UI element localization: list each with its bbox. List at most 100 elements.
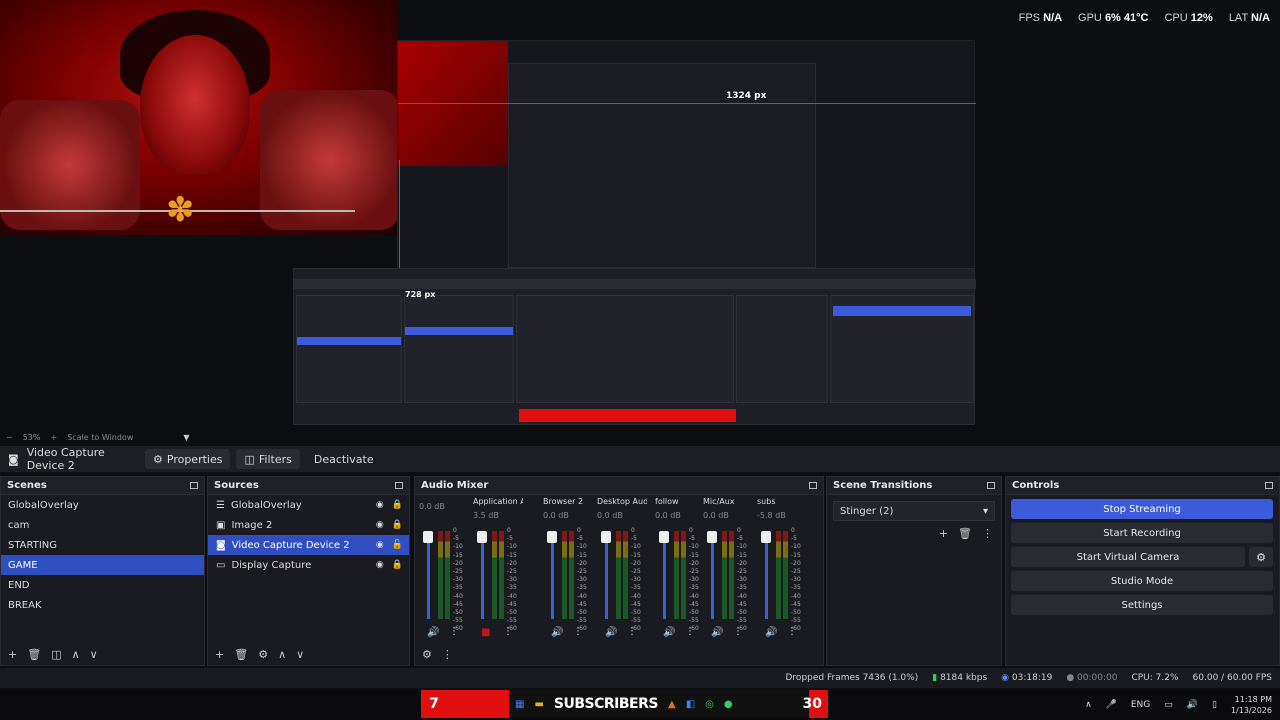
scene-item-end[interactable]: END bbox=[1, 575, 204, 595]
eye-icon[interactable]: ◉ bbox=[376, 500, 384, 510]
speaker-icon[interactable]: ■ bbox=[481, 627, 490, 638]
eye-icon[interactable]: ◉ bbox=[376, 540, 384, 550]
channel-menu-icon[interactable]: ⋮ bbox=[787, 626, 797, 637]
eye-icon[interactable]: ◉ bbox=[376, 520, 384, 530]
volume-fader[interactable] bbox=[765, 531, 768, 619]
file-explorer-icon[interactable]: ▬ bbox=[534, 699, 543, 710]
filters-button[interactable]: ◫ Filters bbox=[236, 449, 300, 469]
app-icon[interactable]: ◧ bbox=[686, 699, 695, 710]
speaker-icon[interactable]: 🔊 bbox=[605, 627, 617, 638]
windows-start-icon[interactable]: ▦ bbox=[515, 699, 524, 710]
unlock-icon[interactable]: 🔓 bbox=[392, 540, 403, 550]
chevron-down-icon[interactable]: ▼ bbox=[183, 433, 189, 442]
speaker-icon[interactable]: 🔊 bbox=[765, 627, 777, 638]
add-source-icon[interactable]: + bbox=[215, 648, 224, 661]
zoom-in-button[interactable]: + bbox=[50, 433, 57, 442]
undock-icon[interactable] bbox=[395, 482, 403, 489]
speaker-icon[interactable]: 🔊 bbox=[663, 627, 675, 638]
settings-button[interactable]: Settings bbox=[1011, 595, 1273, 615]
xbox-icon[interactable]: ◎ bbox=[705, 699, 714, 710]
channel-menu-icon[interactable]: ⋮ bbox=[573, 626, 583, 637]
lock-icon[interactable]: 🔒 bbox=[392, 520, 403, 530]
zoom-out-button[interactable]: − bbox=[6, 433, 13, 442]
battery-icon[interactable]: ▯ bbox=[1212, 700, 1217, 710]
move-up-icon[interactable]: ∧ bbox=[278, 648, 286, 661]
transition-select[interactable]: Stinger (2) ▾ bbox=[833, 501, 995, 521]
language-indicator[interactable]: ENG bbox=[1131, 700, 1150, 710]
spotify-icon[interactable]: ● bbox=[724, 699, 733, 710]
virtual-camera-settings-icon[interactable]: ⚙ bbox=[1249, 547, 1273, 567]
undock-icon[interactable] bbox=[987, 482, 995, 489]
preview-canvas[interactable]: ✽ 1324 px 728 px FPS N/A GPU 6% 41°C CPU… bbox=[0, 0, 1280, 430]
volume-fader[interactable] bbox=[605, 531, 608, 619]
volume-fader[interactable] bbox=[551, 531, 554, 619]
source-item-icons: ◉ 🔒 bbox=[376, 560, 403, 570]
speaker-icon[interactable]: 🔊 bbox=[711, 627, 723, 638]
source-item-image-2[interactable]: ▣ Image 2 ◉ 🔒 bbox=[208, 515, 409, 535]
scale-mode-select[interactable]: Scale to Window bbox=[67, 433, 133, 442]
channel-menu-icon[interactable]: ⋮ bbox=[627, 626, 637, 637]
volume-fader-handle[interactable] bbox=[601, 531, 611, 543]
source-item-display-capture[interactable]: ▭ Display Capture ◉ 🔒 bbox=[208, 555, 409, 575]
lock-icon[interactable]: 🔒 bbox=[392, 560, 403, 570]
volume-fader[interactable] bbox=[427, 531, 430, 619]
add-scene-icon[interactable]: + bbox=[8, 648, 17, 661]
move-up-icon[interactable]: ∧ bbox=[72, 648, 80, 661]
properties-button[interactable]: ⚙ Properties bbox=[145, 449, 231, 469]
microphone-icon[interactable]: 🎤 bbox=[1106, 700, 1117, 710]
volume-fader-handle[interactable] bbox=[761, 531, 771, 543]
undock-icon[interactable] bbox=[1265, 482, 1273, 489]
advanced-audio-icon[interactable]: ⚙ bbox=[422, 648, 432, 661]
speaker-icon[interactable]: 🔊 bbox=[427, 627, 439, 638]
volume-fader[interactable] bbox=[481, 531, 484, 619]
undock-icon[interactable] bbox=[809, 482, 817, 489]
scene-item-globaloverlay[interactable]: GlobalOverlay bbox=[1, 495, 204, 515]
source-item-video-capture-device-2[interactable]: ◙ Video Capture Device 2 ◉ 🔓 bbox=[208, 535, 409, 555]
eye-icon[interactable]: ◉ bbox=[376, 560, 384, 570]
meter-scale-label: -5 bbox=[507, 535, 513, 543]
speaker-icon[interactable]: 🔊 bbox=[551, 627, 563, 638]
volume-fader-handle[interactable] bbox=[423, 531, 433, 543]
volume-fader-handle[interactable] bbox=[659, 531, 669, 543]
channel-menu-icon[interactable]: ⋮ bbox=[449, 626, 459, 637]
meter-scale-label: -40 bbox=[577, 592, 587, 600]
deactivate-button[interactable]: Deactivate bbox=[306, 449, 382, 469]
move-down-icon[interactable]: ∨ bbox=[296, 648, 304, 661]
chevron-up-icon[interactable]: ∧ bbox=[1085, 700, 1092, 710]
add-transition-icon[interactable]: + bbox=[939, 527, 948, 540]
volume-fader[interactable] bbox=[663, 531, 666, 619]
scene-filters-icon[interactable]: ◫ bbox=[51, 648, 61, 661]
meter-scale-label: -5 bbox=[737, 535, 743, 543]
scene-item-starting[interactable]: STARTING bbox=[1, 535, 204, 555]
app-icon[interactable]: ▲ bbox=[668, 699, 676, 710]
network-icon[interactable]: ▭ bbox=[1164, 700, 1173, 710]
volume-fader-handle[interactable] bbox=[707, 531, 717, 543]
clock[interactable]: 11:18 PM 1/13/2026 bbox=[1231, 694, 1272, 716]
level-meter-right bbox=[783, 531, 788, 619]
scene-item-break[interactable]: BREAK bbox=[1, 595, 204, 615]
scene-item-cam[interactable]: cam bbox=[1, 515, 204, 535]
start-virtual-camera-button[interactable]: Start Virtual Camera bbox=[1011, 547, 1245, 567]
volume-fader-handle[interactable] bbox=[477, 531, 487, 543]
move-down-icon[interactable]: ∨ bbox=[90, 648, 98, 661]
volume-fader-handle[interactable] bbox=[547, 531, 557, 543]
lock-icon[interactable]: 🔒 bbox=[392, 500, 403, 510]
remove-source-icon[interactable]: 🗑 bbox=[234, 648, 248, 661]
mixer-menu-icon[interactable]: ⋮ bbox=[442, 648, 453, 661]
volume-icon[interactable]: 🔊 bbox=[1187, 700, 1198, 710]
undock-icon[interactable] bbox=[190, 482, 198, 489]
studio-mode-button[interactable]: Studio Mode bbox=[1011, 571, 1273, 591]
channel-menu-icon[interactable]: ⋮ bbox=[685, 626, 695, 637]
channel-menu-icon[interactable]: ⋮ bbox=[733, 626, 743, 637]
source-properties-icon[interactable]: ⚙ bbox=[258, 648, 268, 661]
stop-streaming-button[interactable]: Stop Streaming bbox=[1011, 499, 1273, 519]
transition-menu-icon[interactable]: ⋮ bbox=[982, 527, 993, 540]
remove-transition-icon[interactable]: 🗑 bbox=[958, 527, 972, 540]
scene-item-game[interactable]: GAME bbox=[1, 555, 204, 575]
volume-fader[interactable] bbox=[711, 531, 714, 619]
virtual-camera-row: Start Virtual Camera ⚙ bbox=[1011, 547, 1273, 567]
start-recording-button[interactable]: Start Recording bbox=[1011, 523, 1273, 543]
channel-menu-icon[interactable]: ⋮ bbox=[503, 626, 513, 637]
source-item-globaloverlay[interactable]: ☰ GlobalOverlay ◉ 🔒 bbox=[208, 495, 409, 515]
remove-scene-icon[interactable]: 🗑 bbox=[27, 648, 41, 661]
